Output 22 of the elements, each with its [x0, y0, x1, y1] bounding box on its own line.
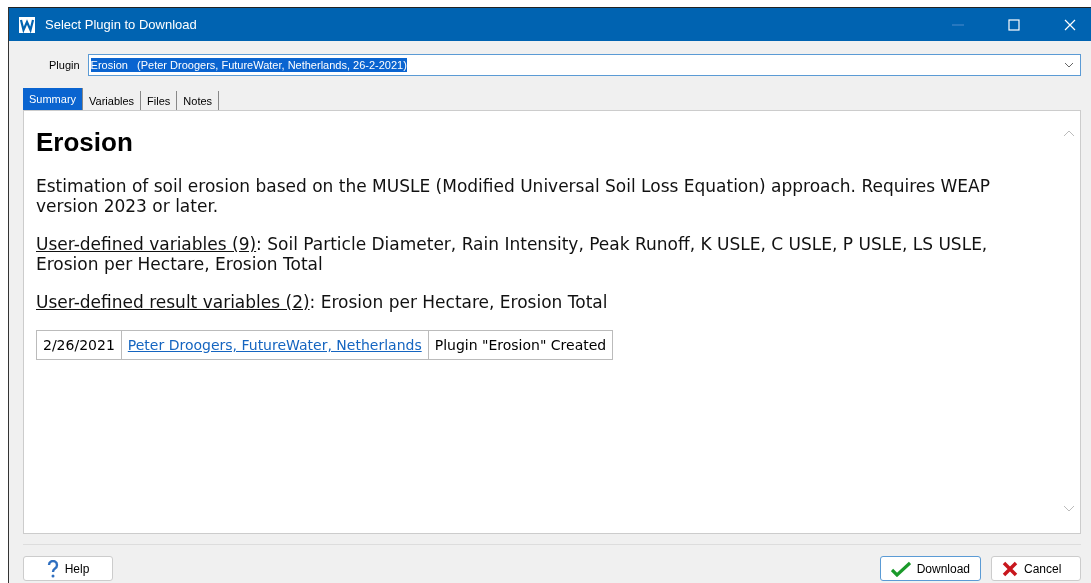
question-icon: [46, 559, 59, 578]
help-button[interactable]: Help: [23, 556, 113, 581]
description-text: Estimation of soil erosion based on the MUSLE (Modified Universal Soil Loss Equation) approach. Requires WEAP version 2023 or later.: [36, 176, 991, 216]
x-mark-icon: [1002, 560, 1018, 577]
plugin-heading: Erosion: [36, 127, 134, 158]
table-cell: Plugin "Erosion" Created: [428, 330, 613, 360]
close-icon[interactable]: [1063, 17, 1077, 32]
maximize-icon[interactable]: [1007, 17, 1021, 32]
scroll-down-icon[interactable]: [1063, 505, 1075, 513]
variables-text: User-defined variables (9): Soil Particle Diameter, Rain Intensity, Peak Runoff, K USLE, C USLE, P USLE, LS USLE, Erosion per Hectare, Erosion Total: [36, 234, 989, 274]
app-logo-icon: [19, 16, 35, 33]
window-title: Select Plugin to Download: [45, 17, 197, 32]
download-button[interactable]: Download: [879, 556, 981, 581]
chevron-down-icon: [1064, 62, 1074, 68]
table-cell: 2/26/2021: [36, 330, 122, 360]
plugin-dropdown[interactable]: Erosion (Peter Droogers, FutureWater, Netherlands, 26-2-2021): [87, 54, 1081, 76]
variables-text: User-defined result variables (2): Erosion per Hectare, Erosion Total: [36, 292, 609, 312]
scroll-up-icon[interactable]: [1063, 129, 1075, 137]
cancel-button[interactable]: Cancel: [991, 556, 1081, 581]
checkmark-icon: [890, 560, 911, 577]
plugin-label: Plugin: [49, 59, 80, 71]
tab[interactable]: Summary: [23, 88, 84, 110]
